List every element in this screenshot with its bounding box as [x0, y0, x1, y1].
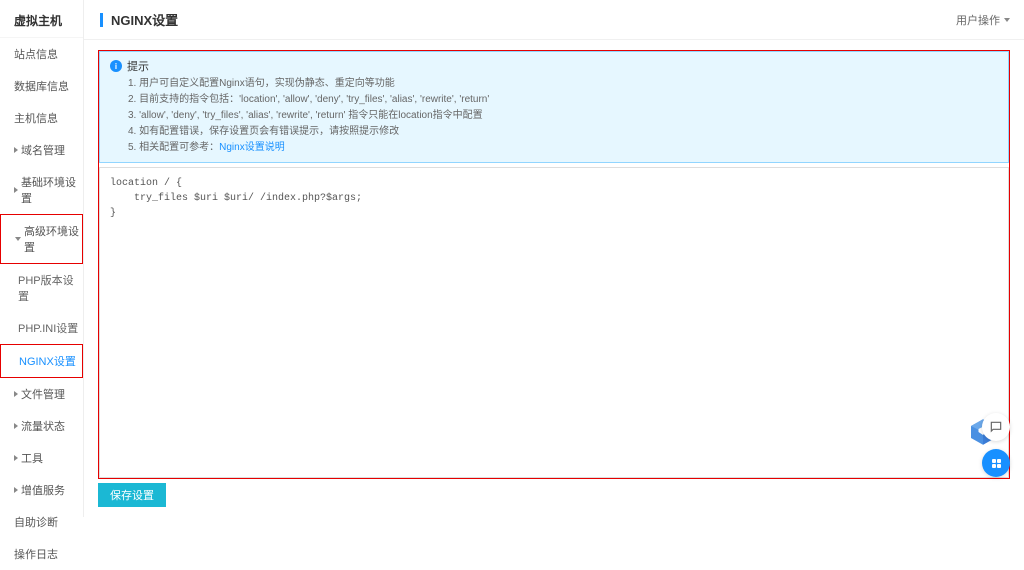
- chevron-right-icon: [14, 147, 18, 153]
- sidebar-item-php-ini[interactable]: PHP.INI设置: [0, 312, 83, 344]
- tip-box: i 提示 1. 用户可自定义配置Nginx语句，实现伪静态、重定向等功能 2. …: [99, 51, 1009, 163]
- main-header: NGINX设置 用户操作: [84, 0, 1024, 40]
- sidebar-item-tools[interactable]: 工具: [0, 442, 83, 474]
- grid-icon: [992, 459, 1001, 468]
- page-title: NGINX设置: [111, 10, 178, 29]
- main-panel: NGINX设置 用户操作 i 提示 1. 用户可自定义配置Nginx语句，实现伪…: [84, 0, 1024, 517]
- sidebar-item-basic-env[interactable]: 基础环境设置: [0, 166, 83, 214]
- tip-item: 1. 用户可自定义配置Nginx语句，实现伪静态、重定向等功能: [128, 76, 998, 92]
- tip-title: 提示: [127, 58, 149, 74]
- sidebar-item-php-version[interactable]: PHP版本设置: [0, 264, 83, 312]
- nginx-doc-link[interactable]: Nginx设置说明: [219, 142, 285, 153]
- sidebar-item-addon-services[interactable]: 增值服务: [0, 474, 83, 506]
- highlighted-region: i 提示 1. 用户可自定义配置Nginx语句，实现伪静态、重定向等功能 2. …: [98, 50, 1010, 479]
- apps-float-button[interactable]: [982, 449, 1010, 477]
- chevron-right-icon: [14, 487, 18, 493]
- chevron-right-icon: [14, 187, 18, 193]
- sidebar-item-database-info[interactable]: 数据库信息: [0, 70, 83, 102]
- sidebar-item-traffic[interactable]: 流量状态: [0, 410, 83, 442]
- user-action-dropdown[interactable]: 用户操作: [956, 12, 1010, 28]
- accent-bar: [100, 13, 103, 27]
- sidebar-item-site-info[interactable]: 站点信息: [0, 38, 83, 70]
- sidebar-item-nginx[interactable]: NGINX设置: [0, 344, 83, 378]
- save-button[interactable]: 保存设置: [98, 483, 166, 507]
- sidebar-item-self-diagnosis[interactable]: 自助诊断: [0, 506, 83, 538]
- chevron-down-icon: [15, 237, 21, 241]
- chat-float-button[interactable]: [982, 413, 1010, 441]
- content-area: i 提示 1. 用户可自定义配置Nginx语句，实现伪静态、重定向等功能 2. …: [84, 40, 1024, 517]
- tip-item: 4. 如有配置错误，保存设置页会有错误提示，请按照提示修改: [128, 124, 998, 140]
- chevron-down-icon: [1004, 18, 1010, 22]
- sidebar-item-file-mgmt[interactable]: 文件管理: [0, 378, 83, 410]
- sidebar-item-advanced-env[interactable]: 高级环境设置: [0, 214, 83, 264]
- chevron-right-icon: [14, 455, 18, 461]
- tip-item: 2. 目前支持的指令包括：'location', 'allow', 'deny'…: [128, 92, 998, 108]
- info-icon: i: [110, 60, 122, 72]
- sidebar: 虚拟主机 站点信息 数据库信息 主机信息 域名管理 基础环境设置 高级环境设置 …: [0, 0, 84, 517]
- nginx-config-textarea[interactable]: [99, 167, 1009, 478]
- tip-item: 3. 'allow', 'deny', 'try_files', 'alias'…: [128, 108, 998, 124]
- sidebar-item-host-info[interactable]: 主机信息: [0, 102, 83, 134]
- tip-list: 1. 用户可自定义配置Nginx语句，实现伪静态、重定向等功能 2. 目前支持的…: [110, 76, 998, 156]
- tip-item: 5. 相关配置可参考：Nginx设置说明: [128, 140, 998, 156]
- sidebar-item-operation-log[interactable]: 操作日志: [0, 538, 83, 570]
- sidebar-title: 虚拟主机: [0, 0, 83, 38]
- chevron-right-icon: [14, 391, 18, 397]
- chevron-right-icon: [14, 423, 18, 429]
- chat-icon: [989, 420, 1003, 434]
- sidebar-item-domain-mgmt[interactable]: 域名管理: [0, 134, 83, 166]
